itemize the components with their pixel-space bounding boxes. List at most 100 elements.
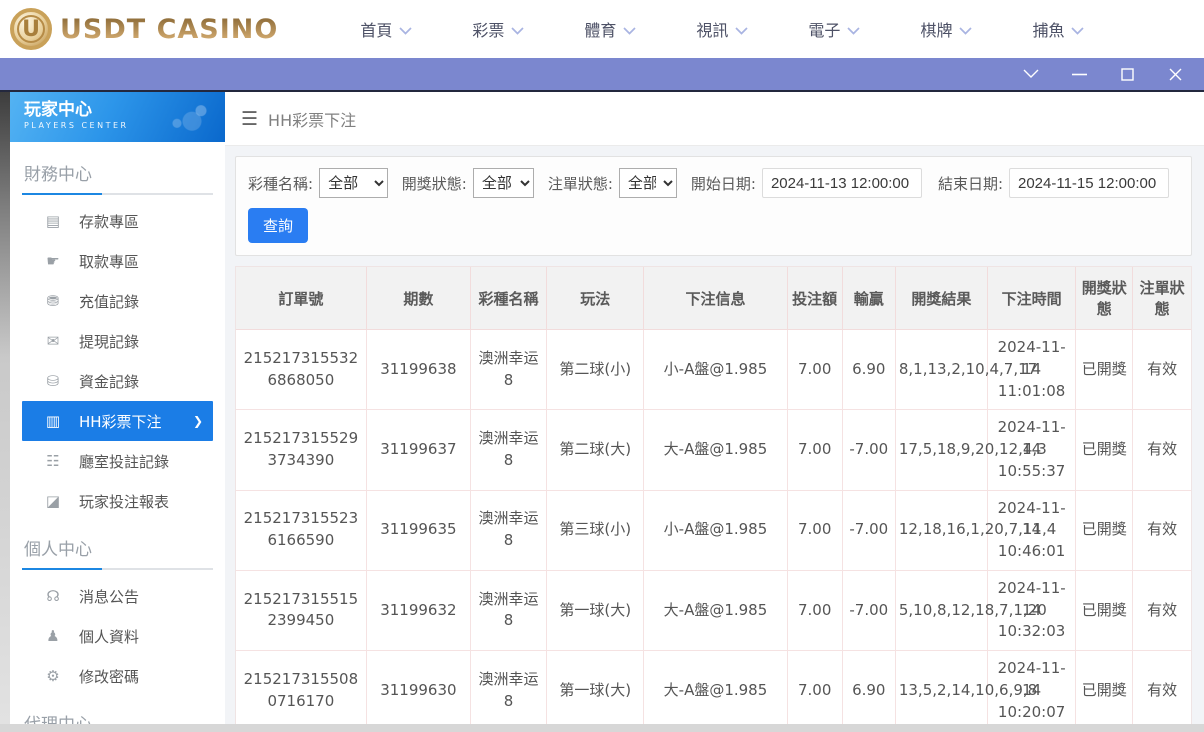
lottery-name-select[interactable]: 全部 [319, 168, 388, 198]
sidebar-item-withdrawal-records[interactable]: ✉ 提現記錄 [22, 321, 213, 361]
chevron-down-icon [735, 26, 749, 35]
chevron-down-icon [847, 26, 861, 35]
chevron-down-icon [511, 26, 524, 35]
deposit-card-icon: ▤ [45, 212, 61, 230]
sidebar-item-announcements[interactable]: ☊ 消息公告 [22, 576, 213, 616]
minimize-icon[interactable] [1070, 65, 1088, 83]
nav-item-home[interactable]: 首頁 [330, 0, 442, 58]
main-area: 玩家中心 PLAYERS CENTER 財務中心 ▤ 存款專區 ☛ 取款專區 ⛃ 充值記錄 ✉… [0, 92, 1204, 732]
sidebar: 玩家中心 PLAYERS CENTER 財務中心 ▤ 存款專區 ☛ 取款專區 ⛃ 充值記錄 ✉… [0, 92, 225, 724]
sidebar-item-change-password[interactable]: ⚙ 修改密碼 [22, 656, 213, 696]
breadcrumb: ☰ HH彩票下注 [225, 92, 1204, 146]
table-cell: 已開獎 [1075, 489, 1134, 571]
nav-label: 體育 [584, 21, 617, 40]
hamburger-menu-icon[interactable]: ☰ [241, 108, 258, 130]
moneybag-icon: ⛃ [46, 292, 60, 310]
maximize-icon[interactable] [1118, 65, 1136, 83]
column-header: 下注信息 [643, 267, 788, 330]
table-cell: 有效 [1132, 409, 1191, 491]
nav-item-board-games[interactable]: 棋牌 [890, 0, 1002, 58]
sidebar-item-label: 存款專區 [79, 212, 140, 231]
chevron-down-icon [623, 26, 637, 35]
sidebar-item-label: 充值記錄 [79, 292, 140, 311]
table-cell: 澳洲幸运8 [469, 649, 548, 732]
table-cell: 已開獎 [1075, 649, 1134, 732]
query-button[interactable]: 查詢 [248, 208, 309, 243]
draw-status-select[interactable]: 全部 [472, 168, 534, 198]
table-cell: 已開獎 [1075, 328, 1134, 411]
nav-item-fishing[interactable]: 捕魚 [1002, 0, 1114, 58]
chevron-down-icon [1071, 26, 1085, 35]
nav-item-slots[interactable]: 電子 [778, 0, 890, 58]
window-left-edge [0, 92, 10, 724]
column-header: 訂單號 [236, 267, 367, 330]
gear-icon: ⚙ [46, 667, 60, 685]
section-title[interactable]: 個人中心 [24, 535, 211, 560]
sidebar-item-hh-lottery-bets[interactable]: ▥ HH彩票下注 ❯ [22, 401, 213, 441]
sidebar-item-label: HH彩票下注 [79, 412, 162, 431]
table-cell: 大-A盤@1.985 [643, 409, 788, 491]
sidebar-item-player-bet-report[interactable]: ◪ 玩家投注報表 [22, 481, 213, 521]
table-cell: -7.00 [841, 409, 896, 491]
sidebar-item-profile[interactable]: ♟ 個人資料 [22, 616, 213, 656]
nav-label: 電子 [808, 21, 841, 40]
nav-item-live-video[interactable]: 視訊 [666, 0, 778, 58]
gamepad-graphic-icon [159, 96, 219, 138]
end-date-input[interactable] [1009, 168, 1169, 198]
table-cell: 7.00 [786, 569, 843, 652]
table-cell: 5,10,8,12,18,7,1,20 [894, 569, 1047, 652]
nav-item-lottery[interactable]: 彩票 [442, 0, 554, 58]
lottery-name-label: 彩種名稱: [248, 174, 314, 193]
nav-item-sports[interactable]: 體育 [554, 0, 666, 58]
column-header: 注單狀態 [1132, 267, 1191, 330]
order-status-select[interactable]: 全部 [618, 168, 677, 198]
table-cell: 2152173155236166590 [236, 489, 367, 571]
chevron-right-icon: ❯ [192, 414, 203, 428]
sidebar-item-hall-bet-records[interactable]: ☷ 廳室投註記錄 [22, 441, 213, 481]
table-cell: 31199638 [365, 328, 471, 411]
sidebar-item-label: 提現記錄 [79, 332, 140, 351]
nav-label: 視訊 [696, 21, 729, 40]
table-cell: 第一球(大) [546, 649, 645, 732]
bell-icon: ☊ [46, 587, 60, 605]
sidebar-item-withdraw-area[interactable]: ☛ 取款專區 [22, 241, 213, 281]
ticket-list-icon: ▥ [45, 412, 61, 430]
window-titlebar [0, 58, 1204, 92]
table-cell: 31199632 [365, 569, 471, 652]
sidebar-item-deposit-area[interactable]: ▤ 存款專區 [22, 201, 213, 241]
sidebar-item-funds-records[interactable]: ⛁ 資金記錄 [22, 361, 213, 401]
table-row: 2152173155080716170 31199630 澳洲幸运8 第一球(大) 大-… [236, 649, 1191, 732]
chevron-down-icon [399, 26, 412, 35]
table-cell: 7.00 [786, 489, 843, 571]
table-cell: 2152173155152399450 [236, 569, 367, 652]
column-header: 期數 [365, 267, 471, 330]
table-cell: 有效 [1132, 569, 1191, 652]
chevron-down-icon[interactable] [1022, 65, 1040, 83]
table-cell: 8,1,13,2,10,4,7,17 [894, 328, 1037, 411]
section-title[interactable]: 財務中心 [24, 160, 211, 185]
close-icon[interactable] [1166, 65, 1184, 83]
column-header: 彩種名稱 [469, 267, 548, 330]
table-cell: 13,5,2,14,10,6,9,8 [894, 649, 1037, 732]
table-cell: 大-A盤@1.985 [643, 569, 788, 652]
sidebar-item-label: 個人資料 [79, 627, 140, 646]
filter-panel: 彩種名稱: 全部 開獎狀態: 全部 注單狀態: 全部 開始日期: 結束日期: [235, 156, 1192, 256]
page-title: HH彩票下注 [268, 110, 357, 130]
table-cell: 第三球(小) [546, 489, 645, 571]
window-bottom-edge [0, 724, 1204, 732]
section-underline [22, 568, 213, 570]
start-date-input[interactable] [761, 168, 922, 198]
logo[interactable]: U USDT CASINO [10, 8, 278, 50]
table-cell: 6.90 [841, 649, 896, 732]
table-cell: 2152173155293734390 [236, 409, 367, 491]
column-header: 下注時間 [987, 267, 1077, 330]
table-row: 2152173155293734390 31199637 澳洲幸运8 第二球(大) 大-… [236, 409, 1191, 491]
logo-text: USDT CASINO [60, 13, 279, 45]
table-cell: 澳洲幸运8 [469, 569, 548, 652]
section-title[interactable]: 代理中心 [24, 710, 211, 724]
sidebar-item-recharge-records[interactable]: ⛃ 充值記錄 [22, 281, 213, 321]
sidebar-item-label: 取款專區 [79, 252, 140, 271]
column-header: 開獎結果 [894, 267, 989, 330]
table-cell: 17,5,18,9,20,12,4,3 [894, 409, 1047, 491]
main-nav: 首頁 彩票 體育 視訊 電子 棋牌 捕魚 [330, 0, 1114, 58]
